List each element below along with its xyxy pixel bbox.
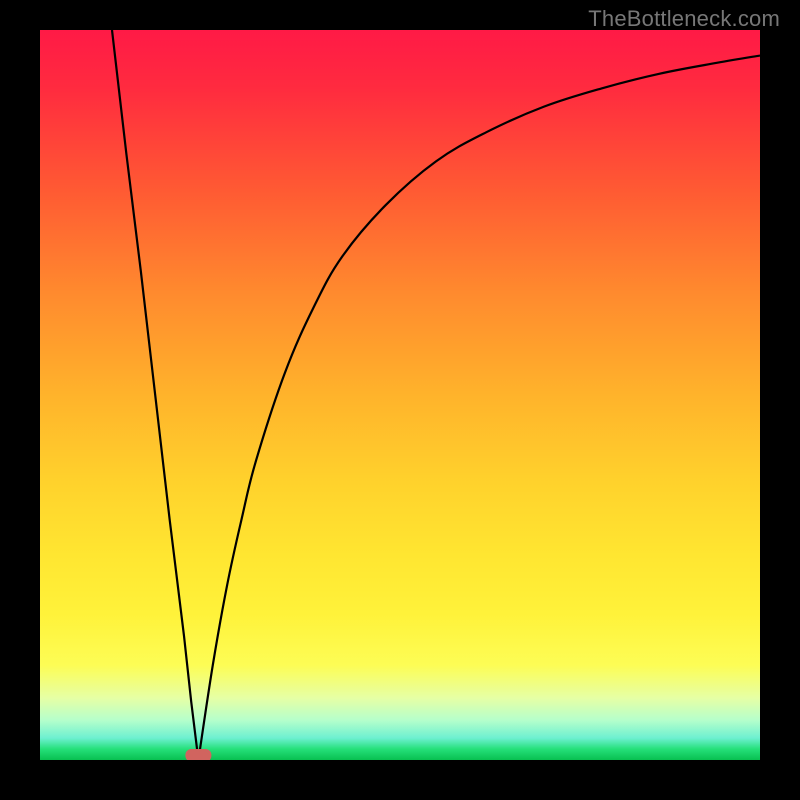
curve-left-branch: [112, 30, 198, 760]
chart-svg: [40, 30, 760, 760]
watermark-text: TheBottleneck.com: [588, 6, 780, 32]
chart-plot-area: [40, 30, 760, 760]
chart-frame: TheBottleneck.com: [0, 0, 800, 800]
curve-group: [112, 30, 760, 760]
minimum-marker: [185, 749, 211, 760]
curve-right-branch: [198, 56, 760, 760]
